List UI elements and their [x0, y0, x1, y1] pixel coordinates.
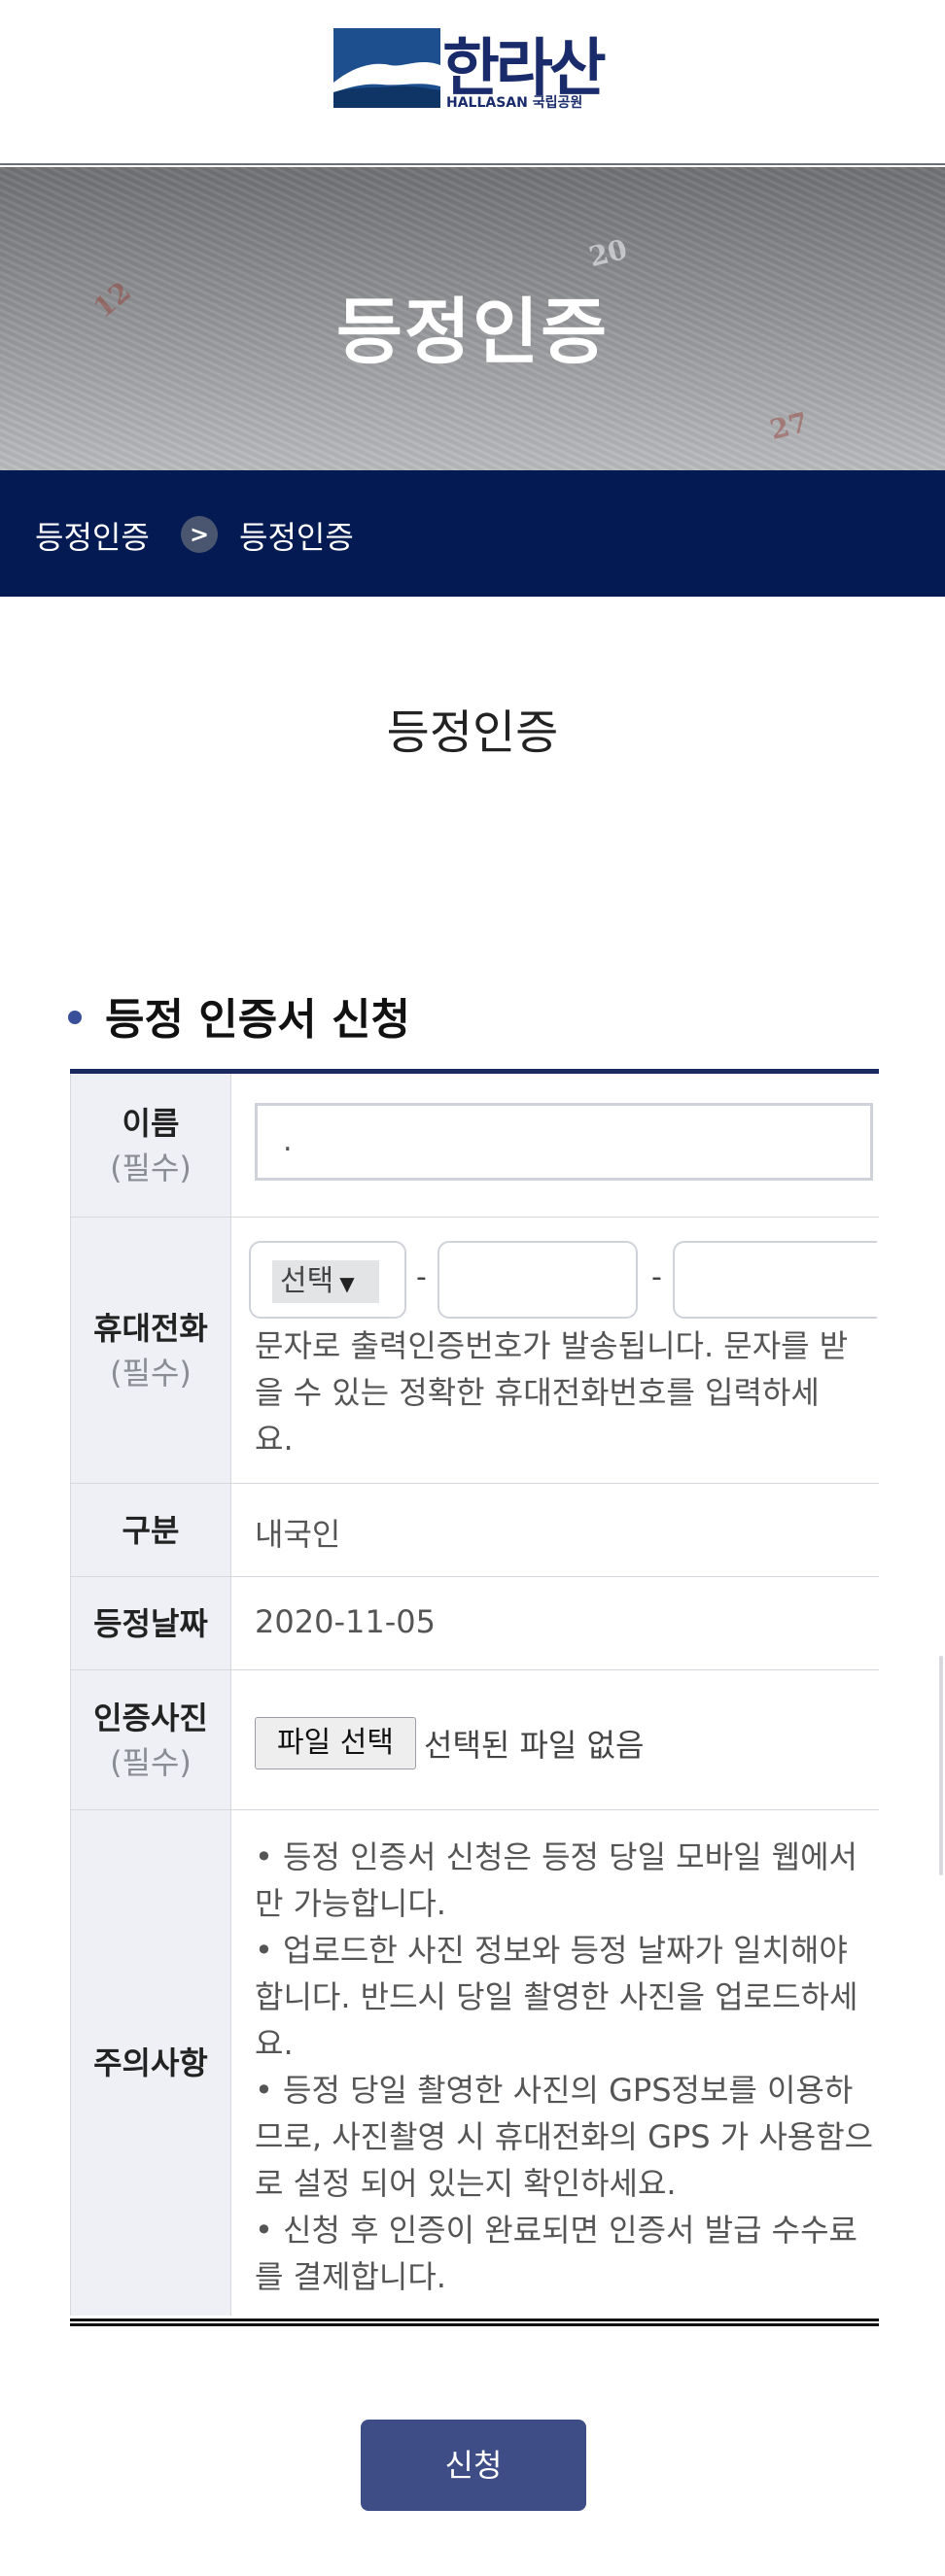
form-value-cell: 2020-11-05 — [231, 1577, 879, 1669]
notice-label: 주의사항 — [93, 2044, 208, 2081]
phone-dash: - — [651, 1260, 662, 1294]
name-label: 이름 — [122, 1104, 180, 1142]
form-row-date: 등정날짜 2020-11-05 — [70, 1577, 879, 1670]
table-bottom-border — [70, 2318, 879, 2326]
select-display: 선택 ▼ — [272, 1260, 379, 1303]
caret-down-icon: ▼ — [339, 1272, 355, 1295]
name-input[interactable]: . — [255, 1103, 873, 1181]
notice-item: • 등정 당일 촬영한 사진의 GPS정보를 이용하므로, 사진촬영 시 휴대전… — [255, 2072, 874, 2202]
required-label: (필수) — [110, 1354, 192, 1391]
notice-list: • 등정 인증서 신청은 등정 당일 모바일 웹에서만 가능합니다. • 업로드… — [255, 1834, 877, 2300]
phone-help-text: 문자로 출력인증번호가 발송됩니다. 문자를 받을 수 있는 정확한 휴대전화번… — [255, 1327, 849, 1458]
form-label-cell: 인증사진 (필수) — [70, 1670, 231, 1809]
phone-middle-input[interactable] — [438, 1241, 638, 1319]
banner-title: 등정인증 — [335, 291, 610, 374]
phone-dash: - — [416, 1260, 427, 1294]
form-label-cell: 구분 — [70, 1484, 231, 1576]
category-value: 내국인 — [255, 1516, 341, 1553]
bullet-icon — [68, 1011, 82, 1024]
required-label: (필수) — [110, 1149, 192, 1186]
form-row-notice: 주의사항 • 등정 인증서 신청은 등정 당일 모바일 웹에서만 가능합니다. … — [70, 1810, 879, 2316]
form-row-phone: 휴대전화 (필수) 선택 ▼ - - 문자로 출력인증번호가 발송됩니다. 문자를… — [70, 1218, 879, 1484]
notice-item: • 등정 인증서 신청은 등정 당일 모바일 웹에서만 가능합니다. — [255, 1838, 858, 1922]
hallasan-logo[interactable]: 한라산 HALLASAN 국립공원 — [333, 26, 613, 112]
logo-english-text: HALLASAN 국립공원 — [446, 95, 583, 111]
notice-item: • 신청 후 인증이 완료되면 인증서 발급 수수료를 결제합니다. — [255, 2212, 858, 2295]
site-header: 한라산 HALLASAN 국립공원 — [0, 0, 945, 165]
calendar-number: 20 — [585, 232, 631, 274]
form-label-cell: 이름 (필수) — [70, 1074, 231, 1217]
form-value-cell: 파일 선택 선택된 파일 없음 — [231, 1670, 879, 1809]
form-row-photo: 인증사진 (필수) 파일 선택 선택된 파일 없음 — [70, 1670, 879, 1810]
section-title: 등정 인증서 신청 — [105, 995, 410, 1045]
mountain-logo-icon — [333, 28, 440, 108]
required-label: (필수) — [110, 1743, 192, 1781]
file-select-button[interactable]: 파일 선택 — [255, 1717, 416, 1769]
form-value-cell: • 등정 인증서 신청은 등정 당일 모바일 웹에서만 가능합니다. • 업로드… — [231, 1810, 879, 2316]
form-label-cell: 휴대전화 (필수) — [70, 1218, 231, 1483]
phone-last-input[interactable] — [673, 1241, 877, 1319]
calendar-number: 27 — [766, 405, 812, 447]
breadcrumb-item-current[interactable]: 등정인증 — [239, 513, 354, 558]
photo-label: 인증사진 — [93, 1699, 208, 1736]
submit-button[interactable]: 신청 — [361, 2420, 586, 2511]
category-label: 구분 — [122, 1511, 180, 1549]
date-value: 2020-11-05 — [255, 1603, 436, 1640]
form-row-name: 이름 (필수) . — [70, 1074, 879, 1218]
form-row-category: 구분 내국인 — [70, 1484, 879, 1577]
phone-label: 휴대전화 — [93, 1309, 208, 1347]
breadcrumb: 등정인증 > 등정인증 — [0, 470, 945, 597]
form-value-cell: 내국인 — [231, 1484, 879, 1576]
phone-prefix-select[interactable]: 선택 ▼ — [249, 1241, 406, 1319]
file-status-text: 선택된 파일 없음 — [424, 1727, 645, 1764]
notice-item: • 업로드한 사진 정보와 등정 날짜가 일치해야 합니다. 반드시 당일 촬영… — [255, 1932, 858, 2062]
page-title: 등정인증 — [386, 705, 559, 760]
form-value-cell: . — [231, 1074, 879, 1217]
chevron-right-icon: > — [181, 516, 218, 553]
form-label-cell: 주의사항 — [70, 1810, 231, 2316]
application-form: 이름 (필수) . 휴대전화 (필수) 선택 ▼ - - 문자로 출력인증번호가 … — [70, 1069, 879, 2316]
breadcrumb-item-parent[interactable]: 등정인증 — [35, 513, 150, 558]
form-value-cell: 선택 ▼ - - 문자로 출력인증번호가 발송됩니다. 문자를 받을 수 있는 정… — [231, 1218, 879, 1483]
hero-banner: 12 20 27 등정인증 — [0, 167, 945, 470]
scrollbar[interactable] — [939, 1656, 943, 1875]
select-value: 선택 — [280, 1264, 334, 1298]
form-label-cell: 등정날짜 — [70, 1577, 231, 1669]
date-label: 등정날짜 — [93, 1604, 208, 1642]
